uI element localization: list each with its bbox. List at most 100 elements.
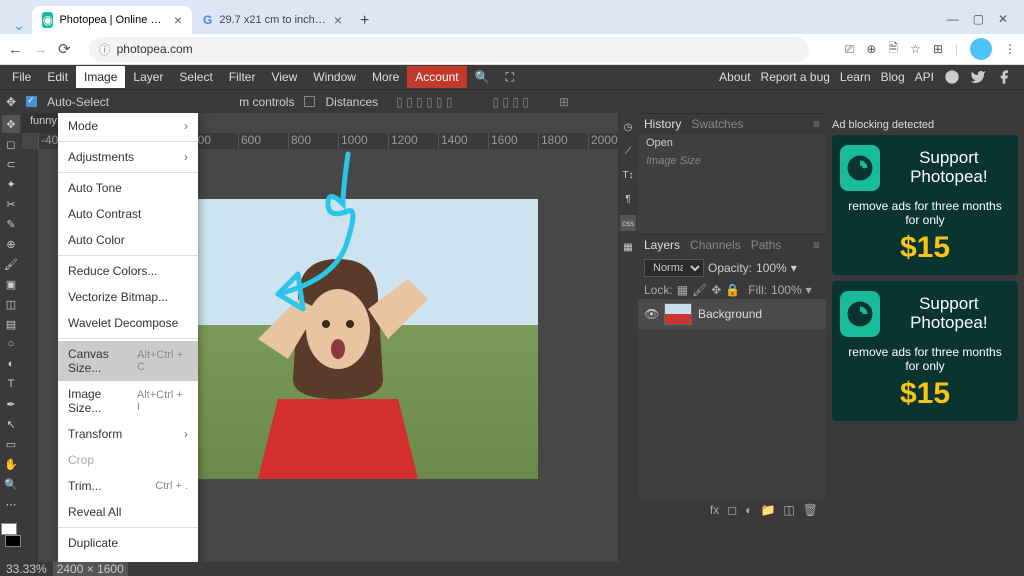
menu-api[interactable]: API xyxy=(915,70,934,84)
history-icon[interactable]: ◷ xyxy=(620,119,636,135)
close-icon[interactable]: × xyxy=(174,12,182,28)
blend-mode-select[interactable]: Normal xyxy=(644,259,704,277)
channels-tab[interactable]: Channels xyxy=(690,238,741,252)
history-item[interactable]: Open xyxy=(638,134,826,152)
folder-icon[interactable]: 📁 xyxy=(760,503,775,517)
char-icon[interactable]: ⟋ xyxy=(620,143,636,159)
menu-duplicate[interactable]: Duplicate xyxy=(58,530,198,556)
marquee-tool[interactable]: ◻ xyxy=(2,135,20,153)
fullscreen-icon[interactable]: ⛶ xyxy=(498,66,522,89)
history-tab[interactable]: History xyxy=(644,117,681,131)
history-item[interactable]: Image Size xyxy=(638,152,826,170)
menu-account[interactable]: Account xyxy=(407,66,466,88)
foreground-color[interactable] xyxy=(1,523,17,535)
fx-icon[interactable]: fx xyxy=(710,503,719,517)
dropdown-icon[interactable]: ▾ xyxy=(791,261,797,275)
dodge-tool[interactable]: ◐ xyxy=(2,355,20,373)
doc-icon[interactable]: 🗎 xyxy=(888,39,898,60)
chevron-down-icon[interactable]: ⌄ xyxy=(6,17,32,34)
close-icon[interactable]: × xyxy=(334,12,342,28)
site-info-icon[interactable]: ⓘ xyxy=(99,41,111,58)
lasso-tool[interactable]: ⊂ xyxy=(2,155,20,173)
menu-auto-tone[interactable]: Auto Tone xyxy=(58,175,198,201)
browser-tab-active[interactable]: ◉ Photopea | Online Photo Editor × xyxy=(32,6,192,34)
paths-tab[interactable]: Paths xyxy=(751,238,782,252)
menu-filter[interactable]: Filter xyxy=(221,66,264,88)
menu-transform[interactable]: Transform› xyxy=(58,421,198,447)
cast-icon[interactable]: ⎚ xyxy=(845,42,855,57)
adjustment-icon[interactable]: ◐ xyxy=(745,503,752,517)
menu-window[interactable]: Window xyxy=(305,66,364,88)
url-input[interactable]: ⓘ photopea.com xyxy=(89,37,809,62)
menu-canvas-size[interactable]: Canvas Size...Alt+Ctrl + C xyxy=(58,341,198,381)
zoom-tool[interactable]: 🔍 xyxy=(2,475,20,493)
layer-row[interactable]: 👁 Background xyxy=(638,299,826,329)
menu-adjustments[interactable]: Adjustments› xyxy=(58,144,198,170)
menu-file[interactable]: File xyxy=(4,66,39,88)
facebook-icon[interactable] xyxy=(996,69,1012,85)
brush-tool[interactable]: 🖌 xyxy=(2,255,20,273)
pen-tool[interactable]: ✒ xyxy=(2,395,20,413)
path-tool[interactable]: ↖ xyxy=(2,415,20,433)
trash-icon[interactable]: 🗑 xyxy=(803,503,818,517)
stamp-tool[interactable]: ▣ xyxy=(2,275,20,293)
menu-view[interactable]: View xyxy=(263,66,305,88)
menu-layer[interactable]: Layer xyxy=(125,66,171,88)
back-button[interactable]: ← xyxy=(8,41,23,58)
twitter-icon[interactable] xyxy=(970,69,986,85)
profile-avatar[interactable] xyxy=(970,38,992,60)
maximize-icon[interactable]: ▢ xyxy=(973,12,984,26)
menu-learn[interactable]: Learn xyxy=(840,70,871,84)
ad-card[interactable]: Support Photopea! remove ads for three m… xyxy=(832,135,1018,275)
distribute-icons[interactable]: ▯ ▯ ▯ ▯ xyxy=(492,95,528,109)
paragraph-icon[interactable]: ¶ xyxy=(620,191,636,207)
type-tool[interactable]: T xyxy=(2,375,20,393)
crop-tool[interactable]: ✂ xyxy=(2,195,20,213)
hand-tool[interactable]: ✋ xyxy=(2,455,20,473)
menu-edit[interactable]: Edit xyxy=(39,66,76,88)
autoselect-checkbox[interactable] xyxy=(26,96,37,107)
menu-image[interactable]: Image xyxy=(76,66,125,88)
bookmark-icon[interactable]: ☆ xyxy=(910,42,921,56)
menu-trim[interactable]: Trim...Ctrl + . xyxy=(58,473,198,499)
translate-icon[interactable]: ⊕ xyxy=(866,42,876,56)
visibility-icon[interactable]: 👁 xyxy=(644,307,658,321)
eyedropper-tool[interactable]: ✎ xyxy=(2,215,20,233)
new-layer-icon[interactable]: ◫ xyxy=(783,503,794,517)
opacity-value[interactable]: 100% xyxy=(756,261,787,275)
blur-tool[interactable]: ○ xyxy=(2,335,20,353)
mask-icon[interactable]: ◻ xyxy=(727,503,737,517)
distances-checkbox[interactable] xyxy=(304,96,315,107)
menu-mode[interactable]: Mode› xyxy=(58,113,198,139)
swatches-icon[interactable]: ▦ xyxy=(620,239,636,255)
text-icon[interactable]: T↕ xyxy=(620,167,636,183)
menu-auto-contrast[interactable]: Auto Contrast xyxy=(58,201,198,227)
move-tool[interactable]: ✥ xyxy=(2,115,20,133)
ad-card[interactable]: Support Photopea! remove ads for three m… xyxy=(832,281,1018,421)
background-color[interactable] xyxy=(5,535,21,547)
extensions-icon[interactable]: ⊞ xyxy=(933,42,943,56)
eraser-tool[interactable]: ◫ xyxy=(2,295,20,313)
menu-reduce-colors[interactable]: Reduce Colors... xyxy=(58,258,198,284)
wand-tool[interactable]: ✦ xyxy=(2,175,20,193)
swatches-tab[interactable]: Swatches xyxy=(691,117,743,131)
browser-tab[interactable]: G 29.7 x21 cm to inches - Google × xyxy=(192,6,352,34)
collapse-icon[interactable]: ≡ xyxy=(813,117,820,131)
lock-move-icon[interactable]: ✥ xyxy=(711,283,721,297)
minimize-icon[interactable]: — xyxy=(947,12,959,26)
close-icon[interactable]: ✕ xyxy=(998,12,1008,26)
fill-value[interactable]: 100% xyxy=(771,283,802,297)
reload-button[interactable]: ⟳ xyxy=(58,40,71,58)
grid-icon[interactable]: ⊞ xyxy=(559,95,569,109)
menu-image-size[interactable]: Image Size...Alt+Ctrl + I xyxy=(58,381,198,421)
menu-more[interactable]: More xyxy=(364,66,407,88)
lock-transparent-icon[interactable]: ▦ xyxy=(677,283,688,297)
menu-select[interactable]: Select xyxy=(171,66,220,88)
collapse-icon[interactable]: ≡ xyxy=(813,238,820,252)
layers-tab[interactable]: Layers xyxy=(644,238,680,252)
more-tool[interactable]: ⋯ xyxy=(2,495,20,513)
search-icon[interactable]: 🔍 xyxy=(467,66,498,88)
menu-vectorize[interactable]: Vectorize Bitmap... xyxy=(58,284,198,310)
align-icons[interactable]: ▯ ▯ ▯ ▯ ▯ ▯ xyxy=(396,95,452,109)
menu-apply-image[interactable]: Apply Image... xyxy=(58,556,198,562)
